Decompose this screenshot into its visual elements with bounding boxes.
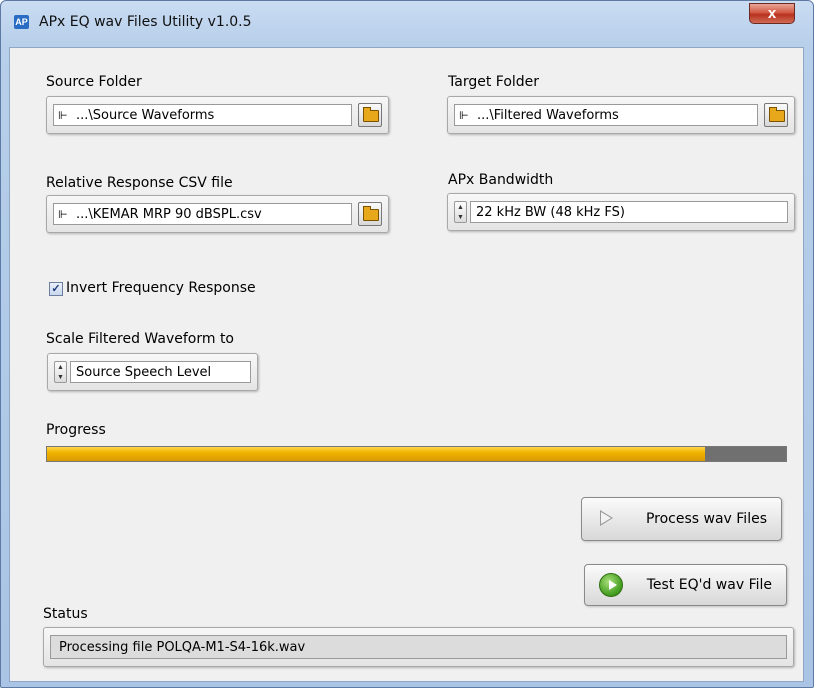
folder-icon <box>363 107 379 122</box>
csv-file-label: Relative Response CSV file <box>46 175 233 191</box>
spinner-down-icon[interactable]: ▼ <box>455 213 466 223</box>
process-wav-files-button[interactable]: Process wav Files <box>581 497 782 541</box>
source-folder-browse-button[interactable] <box>358 103 382 127</box>
target-folder-control: ⊩ ...\Filtered Waveforms <box>447 96 795 134</box>
scale-spinner[interactable]: ▲ ▼ <box>54 361 67 383</box>
title-bar[interactable]: AP APx EQ wav Files Utility v1.0.5 x <box>1 1 813 41</box>
progress-bar <box>46 446 787 462</box>
csv-file-browse-button[interactable] <box>358 202 382 226</box>
app-window: AP APx EQ wav Files Utility v1.0.5 x Sou… <box>0 0 814 688</box>
status-control: Processing file POLQA-M1-S4-16k.wav <box>43 627 794 667</box>
target-folder-browse-button[interactable] <box>764 103 788 127</box>
status-text: Processing file POLQA-M1-S4-16k.wav <box>50 635 787 659</box>
path-icon: ⊩ <box>58 109 68 122</box>
app-icon: AP <box>14 15 29 29</box>
progress-fill <box>47 447 705 461</box>
test-eq-wav-file-button[interactable]: Test EQ'd wav File <box>584 564 787 606</box>
scale-label: Scale Filtered Waveform to <box>46 331 235 347</box>
test-button-label: Test EQ'd wav File <box>646 577 772 593</box>
target-folder-label: Target Folder <box>448 74 540 90</box>
scale-ring: ▲ ▼ Source Speech Level <box>47 353 258 391</box>
csv-file-value: ...\KEMAR MRP 90 dBSPL.csv <box>76 207 262 222</box>
folder-icon <box>769 107 785 122</box>
play-icon <box>600 510 613 526</box>
folder-icon <box>363 206 379 221</box>
csv-file-control: ⊩ ...\KEMAR MRP 90 dBSPL.csv <box>46 195 389 233</box>
bandwidth-ring: ▲ ▼ 22 kHz BW (48 kHz FS) <box>447 193 795 231</box>
client-area: Source Folder ⊩ ...\Source Waveforms Tar… <box>9 47 804 682</box>
status-label: Status <box>43 606 88 622</box>
scale-select[interactable]: Source Speech Level <box>70 361 251 383</box>
bandwidth-spinner[interactable]: ▲ ▼ <box>454 201 467 223</box>
invert-checkbox[interactable]: ✓ <box>49 282 63 296</box>
spinner-up-icon[interactable]: ▲ <box>55 363 66 373</box>
csv-file-input[interactable]: ⊩ ...\KEMAR MRP 90 dBSPL.csv <box>53 203 352 225</box>
refresh-icon <box>599 573 623 597</box>
spinner-up-icon[interactable]: ▲ <box>455 203 466 213</box>
source-folder-value: ...\Source Waveforms <box>76 108 215 123</box>
invert-label[interactable]: Invert Frequency Response <box>66 280 256 296</box>
progress-label: Progress <box>46 422 106 438</box>
path-icon: ⊩ <box>58 208 68 221</box>
source-folder-label: Source Folder <box>46 74 142 90</box>
bandwidth-label: APx Bandwidth <box>448 172 554 188</box>
bandwidth-select[interactable]: 22 kHz BW (48 kHz FS) <box>470 201 788 223</box>
close-button[interactable]: x <box>749 3 795 24</box>
path-icon: ⊩ <box>459 109 469 122</box>
source-folder-input[interactable]: ⊩ ...\Source Waveforms <box>53 104 352 126</box>
window-title: APx EQ wav Files Utility v1.0.5 <box>39 14 252 30</box>
target-folder-value: ...\Filtered Waveforms <box>477 108 619 123</box>
target-folder-input[interactable]: ⊩ ...\Filtered Waveforms <box>454 104 758 126</box>
process-button-label: Process wav Files <box>645 511 767 527</box>
source-folder-control: ⊩ ...\Source Waveforms <box>46 96 389 134</box>
spinner-down-icon[interactable]: ▼ <box>55 373 66 383</box>
